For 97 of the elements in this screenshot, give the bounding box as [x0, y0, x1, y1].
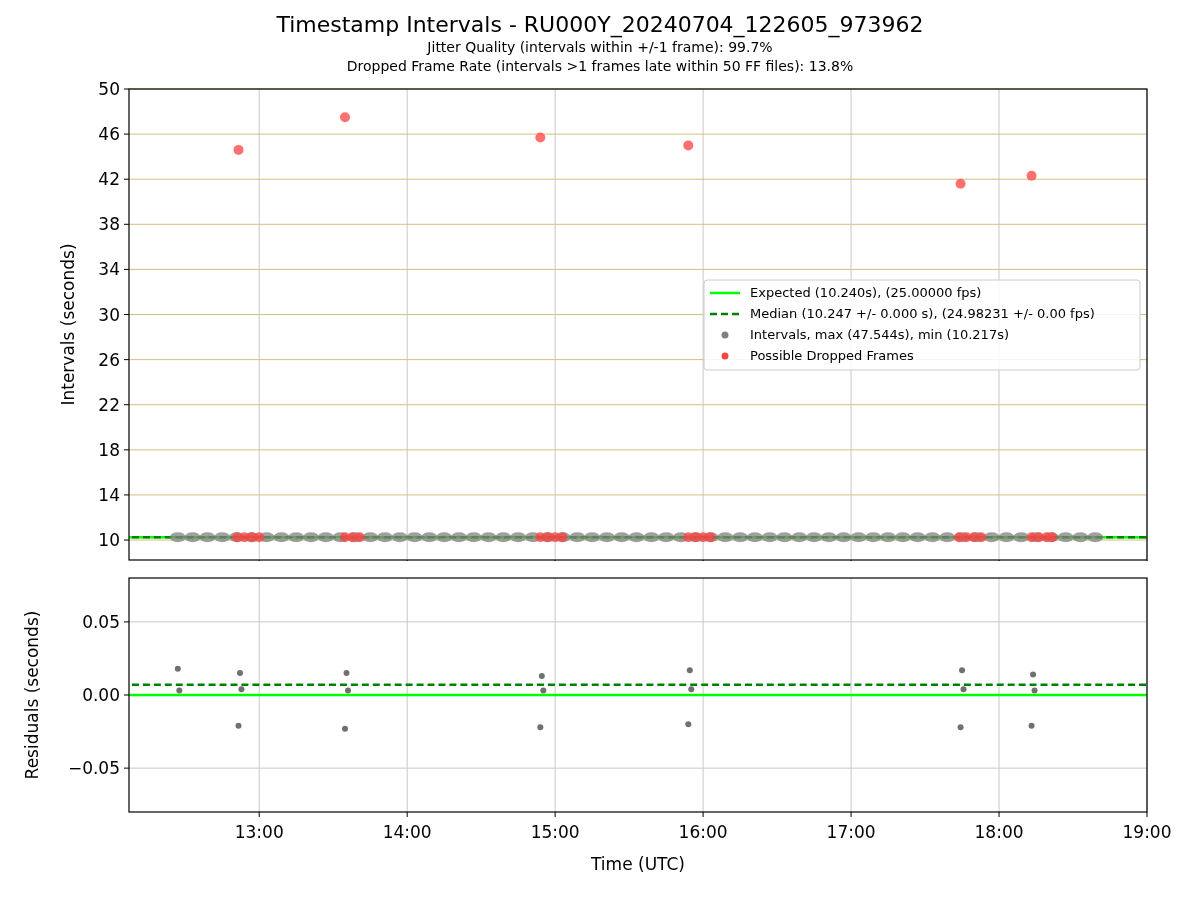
data-point: [480, 532, 497, 543]
data-point: [806, 532, 823, 543]
data-point: [537, 724, 544, 731]
data-point: [643, 532, 660, 543]
axis-label: Residuals (seconds): [22, 610, 42, 780]
tick-label: 18:00: [974, 822, 1024, 842]
data-point: [761, 532, 778, 543]
data-point: [377, 532, 393, 543]
tick-label: 14:00: [382, 822, 432, 842]
data-point: [1030, 671, 1037, 678]
data-point: [683, 140, 694, 151]
data-point: [199, 532, 216, 543]
data-point: [465, 532, 482, 543]
tick-label: 10: [98, 530, 120, 551]
data-point: [909, 532, 926, 543]
data-point: [235, 722, 242, 729]
legend-label: Expected (10.240s), (25.00000 fps): [750, 285, 982, 300]
axis-label: Time (UTC): [591, 854, 685, 874]
data-point: [1087, 532, 1104, 543]
tick-label: 14: [98, 484, 120, 505]
tick-label: 42: [98, 169, 120, 190]
data-point: [540, 687, 547, 694]
tick-label: 38: [98, 214, 120, 235]
data-point: [732, 532, 749, 543]
tick-label: 17:00: [826, 822, 876, 842]
data-point: [317, 532, 334, 543]
tick-label: 30: [98, 304, 120, 325]
data-point: [924, 532, 941, 543]
data-point: [613, 532, 630, 543]
tick-label: 26: [98, 349, 120, 370]
data-point: [746, 532, 763, 543]
data-point: [1031, 687, 1038, 694]
data-point: [340, 112, 351, 123]
tick-label: 22: [98, 394, 120, 415]
data-point: [658, 532, 675, 543]
data-point: [685, 721, 692, 728]
data-point: [236, 670, 243, 677]
legend-label: Intervals, max (47.544s), min (10.217s): [750, 327, 1009, 342]
data-point: [686, 667, 693, 674]
tick-label: 0.00: [82, 685, 120, 705]
data-point: [391, 532, 408, 543]
data-point: [959, 667, 966, 674]
data-point: [233, 144, 244, 155]
data-point: [894, 532, 911, 543]
data-point: [436, 532, 453, 543]
data-point: [688, 686, 695, 693]
data-point: [343, 670, 350, 677]
tick-label: 15:00: [530, 822, 580, 842]
axis-label: Intervals (seconds): [58, 243, 78, 406]
tick-label: 19:00: [1122, 822, 1172, 842]
data-point: [169, 532, 186, 543]
tick-label: 18: [98, 439, 120, 460]
chart-subtitle: Dropped Frame Rate (intervals >1 frames late within 50 FF files): 13.8%: [346, 57, 854, 76]
data-point: [510, 532, 527, 543]
data-point: [238, 686, 245, 693]
chart-subtitle: Jitter Quality (intervals within +/-1 frame): 99.7%: [427, 38, 773, 57]
data-point: [176, 687, 183, 694]
data-point: [628, 532, 645, 543]
tick-label: 13:00: [234, 822, 284, 842]
data-point: [584, 532, 601, 543]
data-point: [450, 532, 467, 543]
data-point: [865, 532, 882, 543]
legend-label: Possible Dropped Frames: [750, 348, 914, 363]
data-point: [174, 665, 181, 672]
data-point: [495, 532, 512, 543]
data-point: [535, 132, 546, 143]
tick-label: −0.05: [67, 758, 120, 779]
chart-title: Timestamp Intervals - RU000Y_20240704_122605_973962: [276, 12, 924, 38]
data-point: [342, 725, 349, 732]
data-point: [880, 532, 897, 543]
tick-label: 46: [98, 124, 120, 145]
tick-label: 34: [98, 259, 120, 280]
data-point: [776, 532, 793, 543]
data-point: [273, 532, 290, 543]
data-point: [1028, 722, 1035, 729]
tick-label: 0.05: [82, 611, 120, 632]
tick-label: 16:00: [678, 822, 728, 842]
legend-label: Median (10.247 +/- 0.000 s), (24.98231 +/- 0.00 fps): [750, 306, 1095, 321]
data-point: [345, 687, 351, 694]
data-point: [835, 532, 852, 543]
data-point: [957, 724, 964, 731]
data-point: [998, 532, 1015, 543]
data-point: [184, 532, 201, 543]
data-point: [850, 532, 867, 543]
tick-label: 50: [98, 79, 120, 99]
data-point: [960, 686, 967, 693]
data-point: [406, 532, 423, 543]
data-point: [791, 532, 808, 543]
data-point: [303, 532, 319, 543]
data-point: [1072, 532, 1089, 543]
data-point: [955, 178, 966, 189]
data-point: [538, 673, 545, 679]
data-point: [1026, 170, 1037, 181]
data-point: [421, 532, 438, 543]
data-point: [598, 532, 615, 543]
data-point: [820, 532, 837, 543]
data-point: [288, 532, 305, 543]
